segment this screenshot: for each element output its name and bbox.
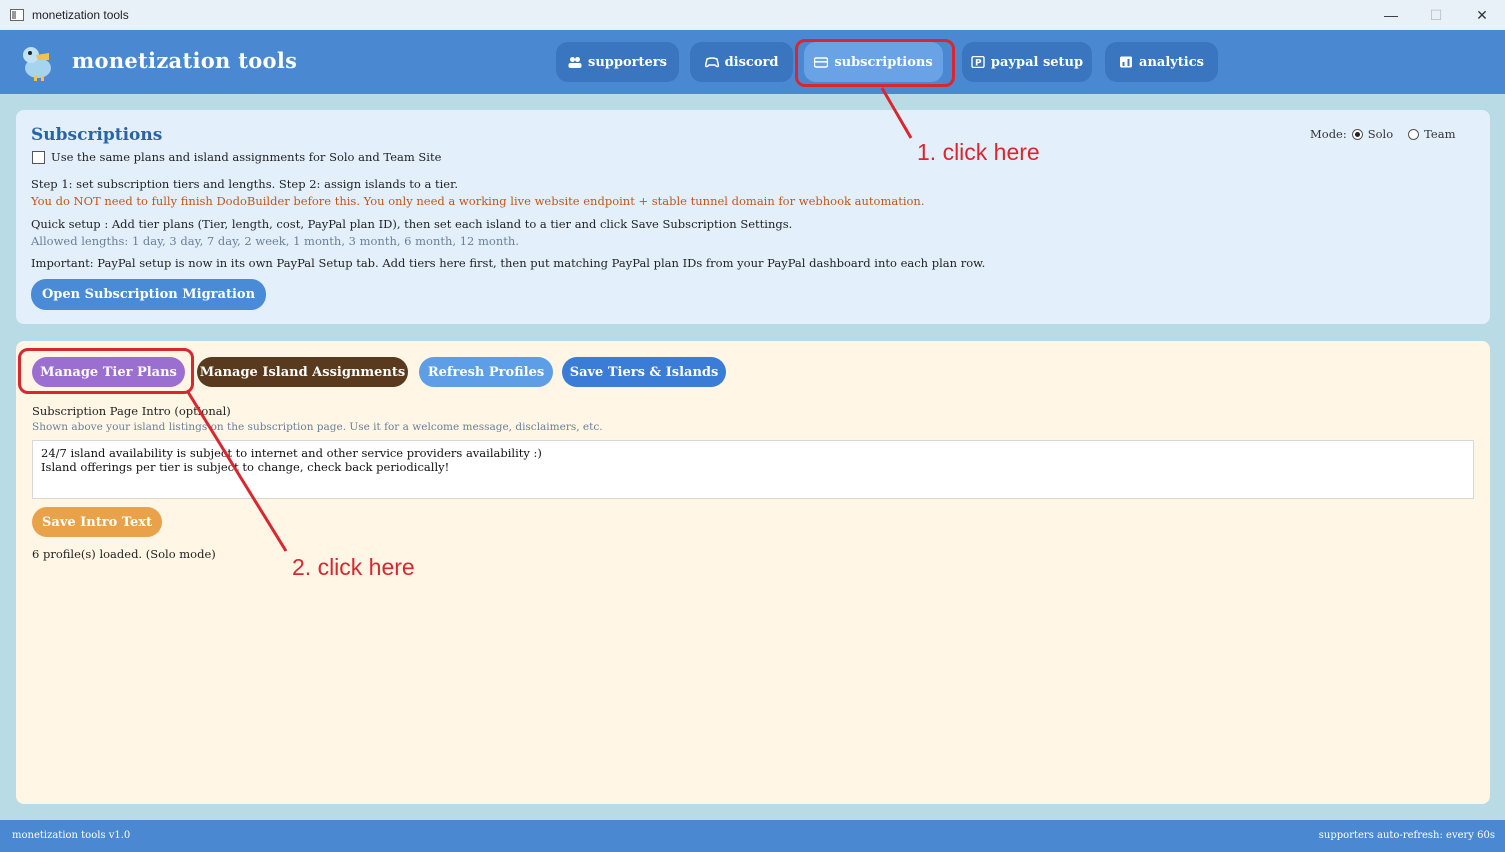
window-title: monetization tools bbox=[32, 8, 129, 22]
intro-help-text: Shown above your island listings on the … bbox=[32, 421, 603, 433]
nav-tab-label: supporters bbox=[588, 54, 667, 70]
quick-setup-text: Quick setup : Add tier plans (Tier, leng… bbox=[31, 217, 793, 231]
window-titlebar: monetization tools — ☐ ✕ bbox=[0, 0, 1505, 30]
same-plans-checkbox[interactable] bbox=[32, 151, 45, 164]
status-footer: monetization tools v1.0 supporters auto-… bbox=[0, 820, 1505, 852]
app-window-icon bbox=[10, 9, 24, 21]
mode-team-radio[interactable] bbox=[1408, 128, 1420, 140]
gamepad-icon bbox=[704, 57, 719, 68]
step-instructions: Step 1: set subscription tiers and lengt… bbox=[31, 177, 458, 191]
svg-text:P: P bbox=[975, 59, 982, 69]
version-text: monetization tools v1.0 bbox=[12, 830, 131, 841]
nav-tab-supporters[interactable]: supporters bbox=[556, 42, 679, 82]
users-icon bbox=[568, 57, 582, 68]
important-text: Important: PayPal setup is now in its ow… bbox=[31, 256, 986, 270]
mode-solo-radio[interactable] bbox=[1351, 128, 1363, 140]
refresh-profiles-button[interactable]: Refresh Profiles bbox=[419, 357, 553, 387]
annotation-box-manage-tier-plans bbox=[18, 348, 194, 394]
mode-label: Mode: bbox=[1310, 127, 1347, 141]
allowed-lengths-text: Allowed lengths: 1 day, 3 day, 7 day, 2 … bbox=[31, 234, 519, 248]
tier-management-panel bbox=[16, 341, 1490, 804]
profiles-status: 6 profile(s) loaded. (Solo mode) bbox=[32, 547, 216, 561]
mode-solo-label: Solo bbox=[1367, 127, 1394, 141]
nav-tab-analytics[interactable]: analytics bbox=[1105, 42, 1218, 82]
nav-tab-paypal-setup[interactable]: P paypal setup bbox=[962, 42, 1092, 82]
auto-refresh-text: supporters auto-refresh: every 60s bbox=[1318, 830, 1495, 841]
annotation-step1-text: 1. click here bbox=[917, 139, 1040, 165]
chart-icon bbox=[1120, 56, 1133, 68]
annotation-box-subscriptions bbox=[795, 39, 955, 87]
app-brand-title: monetization tools bbox=[72, 48, 298, 73]
save-intro-text-button[interactable]: Save Intro Text bbox=[32, 507, 162, 537]
intro-label: Subscription Page Intro (optional) bbox=[32, 404, 231, 418]
close-button[interactable]: ✕ bbox=[1459, 0, 1505, 30]
minimize-button[interactable]: — bbox=[1368, 0, 1414, 30]
intro-textarea[interactable]: 24/7 island availability is subject to i… bbox=[32, 440, 1474, 499]
page-title: Subscriptions bbox=[31, 125, 163, 145]
nav-tab-label: analytics bbox=[1139, 54, 1204, 70]
dodo-logo-icon bbox=[23, 47, 51, 81]
annotation-step2-text: 2. click here bbox=[292, 554, 415, 580]
nav-tab-label: paypal setup bbox=[990, 54, 1084, 70]
app-header: monetization tools supporters discord su… bbox=[0, 30, 1505, 94]
manage-island-assignments-button[interactable]: Manage Island Assignments bbox=[197, 357, 408, 387]
nav-tab-discord[interactable]: discord bbox=[690, 42, 793, 82]
maximize-button[interactable]: ☐ bbox=[1413, 0, 1459, 30]
mode-selector: Mode: Solo Team bbox=[1310, 127, 1456, 141]
same-plans-label: Use the same plans and island assignment… bbox=[51, 150, 442, 164]
nav-tab-label: discord bbox=[724, 54, 779, 70]
mode-team-label: Team bbox=[1424, 127, 1456, 141]
paypal-icon: P bbox=[971, 56, 985, 68]
open-subscription-migration-button[interactable]: Open Subscription Migration bbox=[31, 279, 266, 310]
warning-text: You do NOT need to fully finish DodoBuil… bbox=[31, 194, 925, 208]
save-tiers-islands-button[interactable]: Save Tiers & Islands bbox=[562, 357, 726, 387]
